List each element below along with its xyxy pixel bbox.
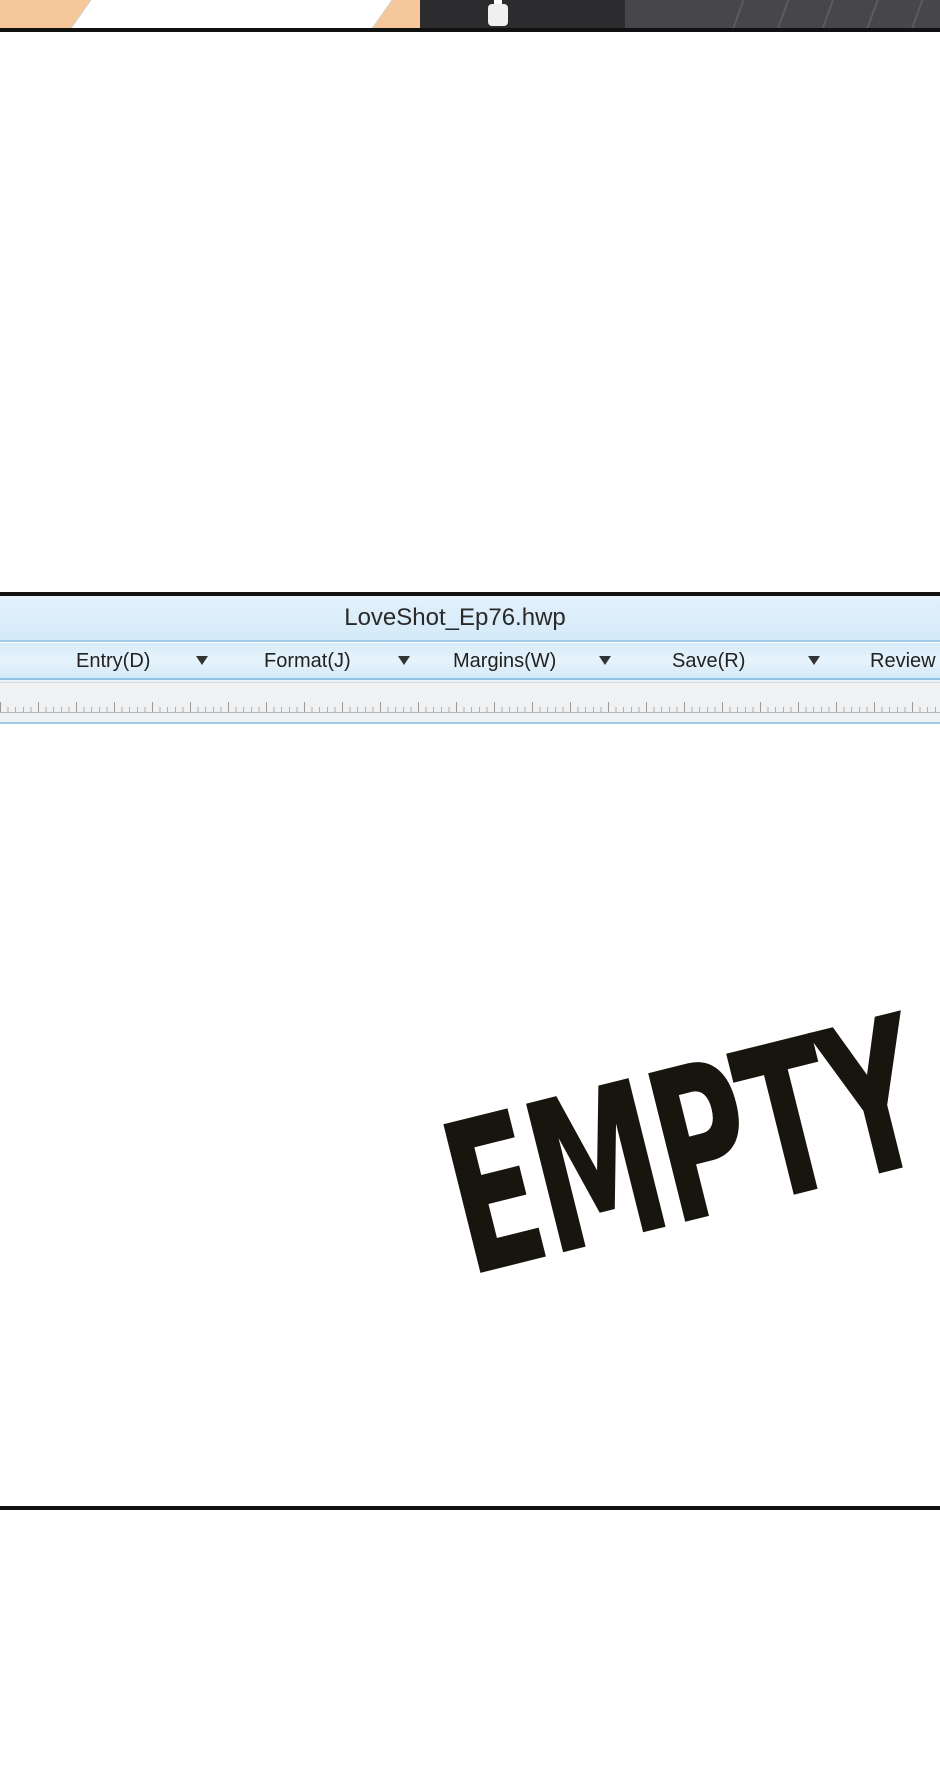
comic-dark-object — [420, 0, 630, 28]
comic-line-pattern — [700, 0, 940, 28]
ruler-top-line — [0, 682, 940, 683]
document-ruler — [0, 680, 940, 724]
dropdown-arrow-icon[interactable] — [808, 656, 820, 665]
dropdown-arrow-icon[interactable] — [398, 656, 410, 665]
menu-format[interactable]: Format(J) — [264, 643, 351, 679]
document-canvas[interactable]: EMPTY — [0, 724, 940, 1506]
word-processor-window: LoveShot_Ep76.hwp Entry(D) Format(J) Mar… — [0, 592, 940, 1510]
menu-bar: Entry(D) Format(J) Margins(W) Save(R) Re… — [0, 642, 940, 680]
menu-entry[interactable]: Entry(D) — [76, 643, 150, 679]
dropdown-arrow-icon[interactable] — [599, 656, 611, 665]
comic-panel-top-strip — [0, 0, 940, 32]
comic-knob — [488, 4, 508, 26]
menu-margins[interactable]: Margins(W) — [453, 643, 556, 679]
ruler-ticks — [0, 702, 940, 713]
menu-save[interactable]: Save(R) — [672, 643, 745, 679]
empty-caption: EMPTY — [421, 970, 940, 1325]
window-titlebar: LoveShot_Ep76.hwp — [0, 596, 940, 642]
comic-paper-shape — [65, 0, 397, 28]
window-title: LoveShot_Ep76.hwp — [344, 604, 566, 631]
dropdown-arrow-icon[interactable] — [196, 656, 208, 665]
menu-review[interactable]: Review — [870, 643, 936, 679]
